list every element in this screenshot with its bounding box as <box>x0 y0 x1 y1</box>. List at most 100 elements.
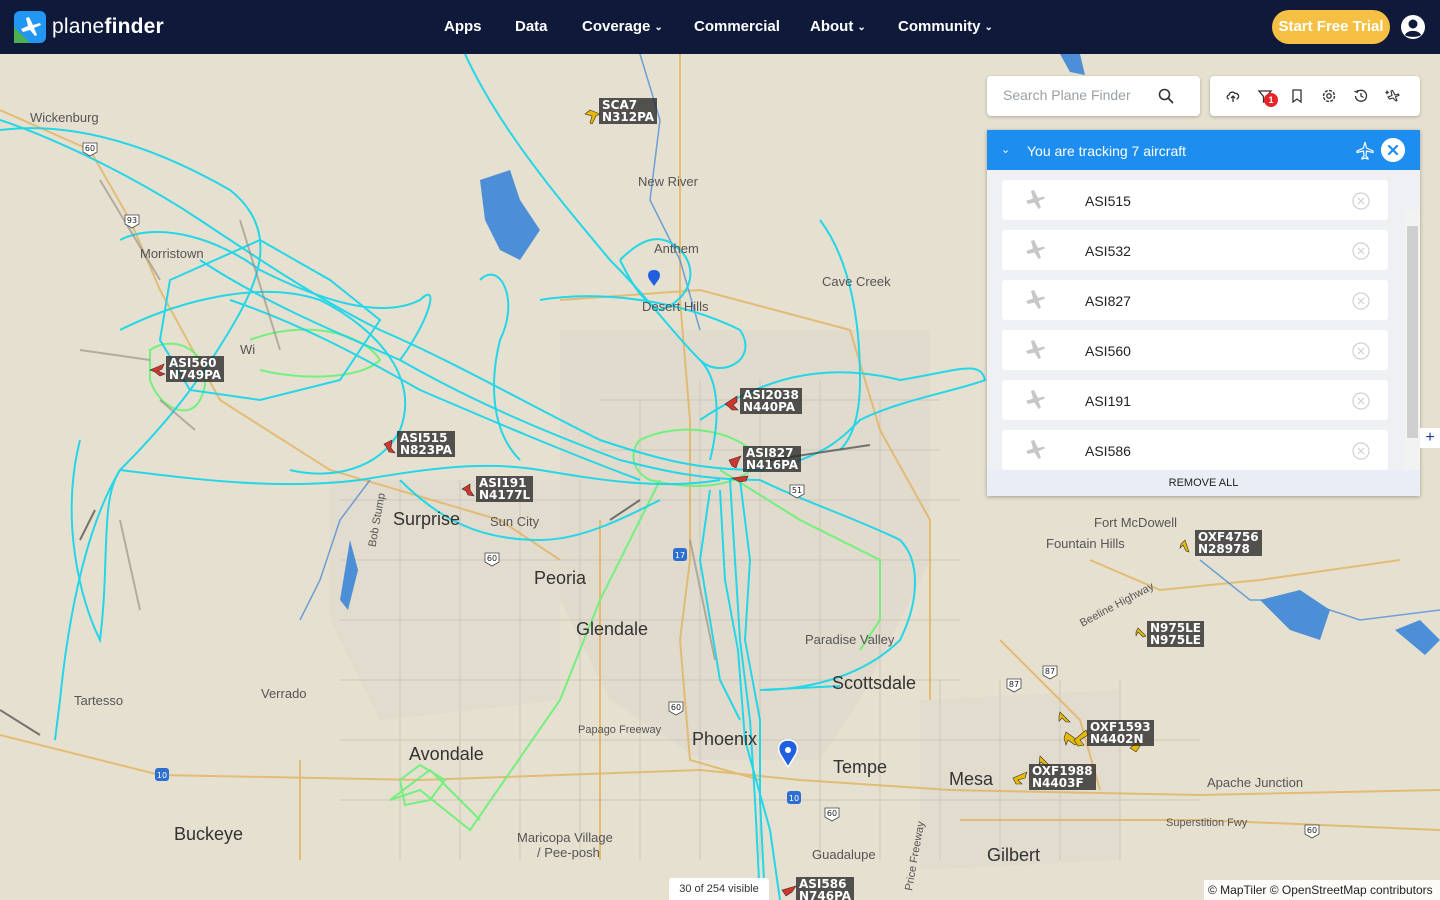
chevron-down-icon[interactable]: ⌄ <box>1001 143 1010 156</box>
svg-text:60: 60 <box>487 554 497 563</box>
place-label: Morristown <box>140 246 204 261</box>
tracked-aircraft-row[interactable]: ASI586 <box>1002 430 1388 470</box>
chevron-down-icon: ⌄ <box>654 22 663 33</box>
aircraft-label[interactable]: N975LE N975LE <box>1147 621 1204 647</box>
aircraft-label[interactable]: SCA7 N312PA <box>599 98 658 124</box>
aircraft-label[interactable]: ASI191 N4177L <box>476 476 534 502</box>
tracked-aircraft-list[interactable]: ASI515 ASI532 ASI827 ASI560 ASI191 ASI58… <box>987 170 1420 470</box>
nav-apps[interactable]: Apps <box>444 18 482 35</box>
aircraft-label[interactable]: OXF1593 N4402N <box>1087 720 1154 746</box>
place-label: Desert Hills <box>642 299 709 314</box>
svg-text:87: 87 <box>1009 680 1019 689</box>
svg-text:60: 60 <box>1307 826 1317 835</box>
aircraft-label[interactable]: ASI2038 N440PA <box>740 388 802 414</box>
search-box <box>987 76 1200 116</box>
remove-circle-icon[interactable] <box>1352 242 1370 260</box>
history-icon[interactable] <box>1353 88 1369 104</box>
nav-community-label: Community <box>898 18 981 35</box>
place-label: Phoenix <box>692 729 758 749</box>
place-label: / Pee-posh <box>537 845 600 860</box>
tracked-aircraft-name: ASI586 <box>1085 443 1131 459</box>
aircraft-label[interactable]: ASI827 N416PA <box>743 446 802 472</box>
settings-icon[interactable] <box>1321 88 1337 104</box>
tracked-aircraft-row[interactable]: ASI560 <box>1002 330 1388 370</box>
aircraft-label[interactable]: ASI515 N823PA <box>397 431 456 457</box>
remove-circle-icon[interactable] <box>1352 342 1370 360</box>
place-label: Apache Junction <box>1207 775 1304 790</box>
remove-circle-icon[interactable] <box>1352 392 1370 410</box>
place-label: Tempe <box>833 757 888 777</box>
remove-circle-icon[interactable] <box>1352 192 1370 210</box>
nav-community[interactable]: Community ⌄ <box>898 18 993 35</box>
cloud-upload-icon[interactable] <box>1225 88 1241 104</box>
visible-aircraft-count: 30 of 254 visible <box>669 878 769 900</box>
tracked-aircraft-row[interactable]: ASI515 <box>1002 180 1388 220</box>
svg-text:60: 60 <box>827 809 837 818</box>
tracked-aircraft-name: ASI515 <box>1085 193 1131 209</box>
place-label: Wi <box>240 342 256 357</box>
plane-icon <box>1026 240 1045 259</box>
nav-commercial[interactable]: Commercial <box>694 18 780 35</box>
map-attribution[interactable]: © MapTiler © OpenStreetMap contributors <box>1204 880 1440 900</box>
svg-text:87: 87 <box>1045 667 1055 676</box>
nav-coverage-label: Coverage <box>582 18 651 35</box>
aircraft-registration: N823PA <box>400 443 453 457</box>
aircraft-label[interactable]: ASI560 N749PA <box>166 356 225 382</box>
user-account-icon[interactable] <box>1400 14 1426 40</box>
nav-about[interactable]: About ⌄ <box>810 18 866 35</box>
close-icon[interactable] <box>1381 138 1405 162</box>
place-label: Gilbert <box>987 845 1041 865</box>
logo-text-plane: plane <box>52 15 105 38</box>
aircraft-registration: N749PA <box>169 368 222 382</box>
tracking-title: You are tracking 7 aircraft <box>1027 143 1187 159</box>
tracked-aircraft-name: ASI827 <box>1085 293 1131 309</box>
tracked-aircraft-name: ASI532 <box>1085 243 1131 259</box>
tracking-panel-header[interactable]: ⌄ You are tracking 7 aircraft <box>987 130 1420 170</box>
place-label: Mesa <box>949 769 994 789</box>
place-label: Fort McDowell <box>1094 515 1178 530</box>
remove-circle-icon[interactable] <box>1352 442 1370 460</box>
remove-all-button[interactable]: REMOVE ALL <box>987 470 1420 496</box>
place-label: Sun City <box>490 514 540 529</box>
aircraft-registration: N746PA <box>799 889 852 900</box>
tracked-aircraft-name: ASI560 <box>1085 343 1131 359</box>
tracked-aircraft-row[interactable]: ASI532 <box>1002 230 1388 270</box>
search-icon[interactable] <box>1158 88 1174 104</box>
bookmark-icon[interactable] <box>1289 88 1305 104</box>
search-input[interactable] <box>1001 86 1165 104</box>
tracked-aircraft-row[interactable]: ASI827 <box>1002 280 1388 320</box>
plane-sparkle-icon[interactable] <box>1385 88 1401 104</box>
plane-icon <box>1026 290 1045 309</box>
tracking-list-scrollbar[interactable] <box>1405 210 1420 470</box>
aircraft-registration: N440PA <box>743 400 796 414</box>
logo-text-finder: finder <box>104 15 164 38</box>
place-label: Avondale <box>409 744 484 764</box>
nav-apps-label: Apps <box>444 18 482 35</box>
aircraft-label[interactable]: OXF1988 N4403F <box>1029 764 1096 790</box>
remove-circle-icon[interactable] <box>1352 292 1370 310</box>
filter-count-badge: 1 <box>1264 93 1278 107</box>
place-label: Tartesso <box>74 693 124 708</box>
place-label: Guadalupe <box>812 847 876 862</box>
nav-data[interactable]: Data <box>515 18 548 35</box>
start-free-trial-button[interactable]: Start Free Trial <box>1272 10 1390 44</box>
plane-icon[interactable] <box>1355 141 1375 161</box>
aircraft-label[interactable]: ASI586 N746PA <box>796 877 855 900</box>
plane-icon <box>1026 390 1045 409</box>
svg-text:10: 10 <box>789 794 799 803</box>
nav-coverage[interactable]: Coverage ⌄ <box>582 18 663 35</box>
tracked-aircraft-row[interactable]: ASI191 <box>1002 380 1388 420</box>
aircraft-registration: N28978 <box>1198 542 1250 556</box>
svg-text:51: 51 <box>792 486 802 495</box>
aircraft-label[interactable]: OXF4756 N28978 <box>1195 530 1262 556</box>
nav-commercial-label: Commercial <box>694 18 780 35</box>
planefinder-logo[interactable]: planefinder <box>14 10 164 44</box>
tracked-aircraft-name: ASI191 <box>1085 393 1131 409</box>
place-label: Wickenburg <box>30 110 99 125</box>
aircraft-registration: N312PA <box>602 110 655 124</box>
place-label: Verrado <box>261 686 307 701</box>
aircraft-registration: N4403F <box>1032 776 1084 790</box>
zoom-in-button[interactable]: + <box>1420 428 1440 448</box>
place-label: New River <box>638 174 698 189</box>
scrollbar-thumb[interactable] <box>1407 226 1418 438</box>
